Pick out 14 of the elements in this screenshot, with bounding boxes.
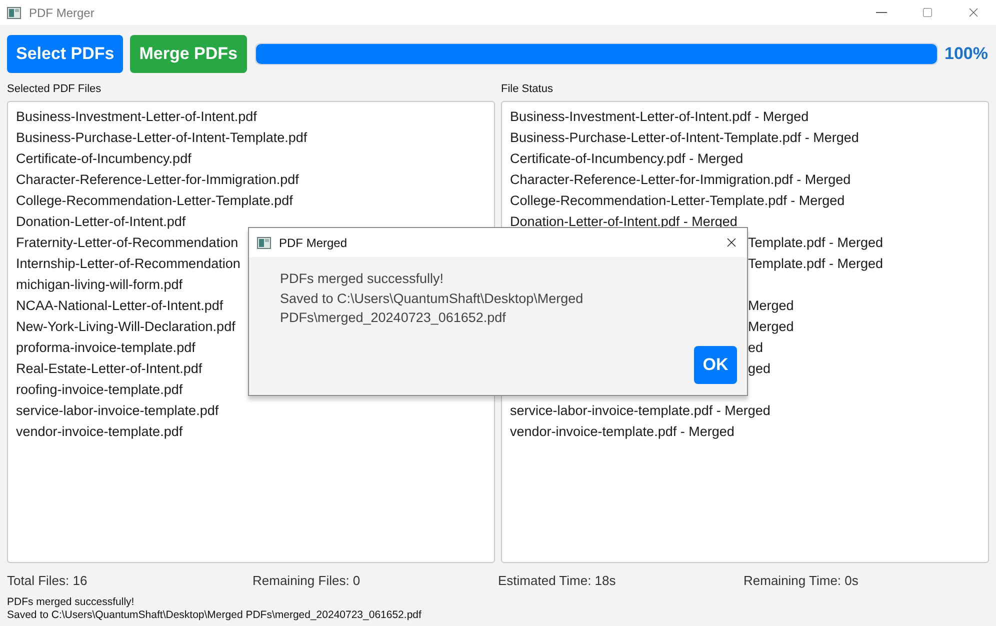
stat-label: Total Files: 16 <box>7 572 88 590</box>
status-message: Saved to C:\Users\QuantumShaft\Desktop\Merged PDFs\merged_20240723_061652.pdf <box>7 609 422 622</box>
stat-label: Remaining Time: 0s <box>744 572 860 590</box>
stat-label: Estimated Time: 18s <box>498 572 617 590</box>
progress-reading: 100% <box>944 43 988 66</box>
dialog-message: PDFs merged successfully! <box>280 270 445 288</box>
section-label: File Status <box>501 82 554 96</box>
stat-label: Remaining Files: 0 <box>252 572 362 590</box>
window-title: PDF Merger <box>29 4 94 22</box>
section-label: Selected PDF Files <box>7 82 102 96</box>
dialog-message: Saved to C:\Users\QuantumShaft\Desktop\Merged <box>280 290 584 308</box>
dialog-title: PDF Merged <box>279 234 348 252</box>
status-message: PDFs merged successfully! <box>7 596 136 609</box>
dialog-message: PDFs\merged_20240723_061652.pdf <box>280 309 507 327</box>
